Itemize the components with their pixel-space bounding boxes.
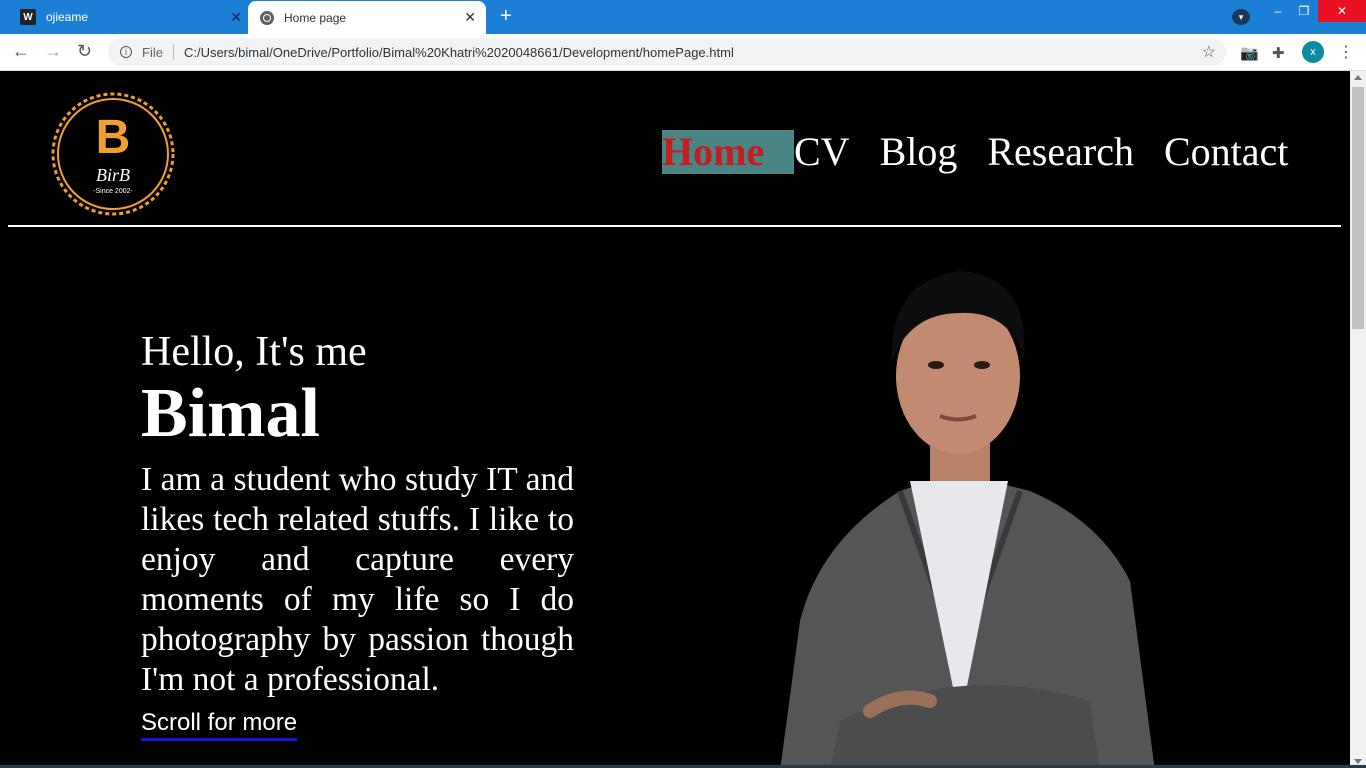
page-viewport: B BirB -Since 2002- Home CV Blog Researc…	[0, 71, 1350, 768]
url-scheme: File	[142, 44, 163, 60]
address-divider	[172, 44, 174, 60]
nav-research[interactable]: Research	[987, 130, 1134, 174]
tab-search-icon[interactable]: ▾	[1232, 9, 1250, 25]
close-tab-icon[interactable]: ✕	[230, 9, 242, 26]
scrollbar-thumb[interactable]	[1352, 87, 1364, 329]
reload-icon[interactable]: ↻	[77, 42, 92, 60]
nav-contact[interactable]: Contact	[1164, 130, 1288, 174]
menu-kebab-icon[interactable]: ⋮	[1338, 42, 1354, 62]
info-icon[interactable]: i	[120, 46, 132, 58]
logo-wordmark: BirB	[96, 165, 130, 185]
new-tab-button[interactable]: +	[500, 6, 512, 26]
address-bar[interactable]: i File C:/Users/bimal/OneDrive/Portfolio…	[108, 38, 1226, 66]
camera-icon[interactable]: 📷	[1240, 44, 1259, 62]
extensions-puzzle-icon[interactable]: ✚	[1272, 44, 1285, 62]
portrait-photo	[780, 271, 1155, 768]
hero-name: Bimal	[141, 375, 320, 452]
tab-title: Home page	[284, 10, 347, 25]
nav-cv[interactable]: CV	[794, 130, 850, 174]
tab-home-page[interactable]: Home page ✕	[248, 1, 486, 34]
globe-icon	[260, 10, 274, 25]
close-window-button[interactable]: ✕	[1318, 0, 1366, 22]
logo-tagline: -Since 2002-	[93, 188, 133, 195]
hero-intro: Hello, It's me Bimal I am a student who …	[141, 326, 574, 700]
bookmark-star-icon[interactable]: ☆	[1202, 42, 1216, 62]
tab-strip: W ojieame ✕ Home page ✕ + ▾ – ❐ ✕	[0, 0, 1366, 34]
tab-title: ojieame	[46, 10, 89, 24]
back-arrow-icon[interactable]: ←	[12, 42, 30, 60]
browser-toolbar: ← → ↻ i File C:/Users/bimal/OneDrive/Por…	[0, 34, 1366, 71]
hero-bio: I am a student who study IT and likes te…	[141, 461, 574, 698]
page-scrollbar[interactable]	[1350, 71, 1366, 768]
main-nav: Home CV Blog Research Contact	[662, 130, 1288, 174]
birb-logo[interactable]: B BirB -Since 2002-	[50, 91, 176, 217]
nav-blog[interactable]: Blog	[880, 130, 958, 174]
nav-home[interactable]: Home	[662, 130, 794, 174]
profile-avatar[interactable]: x	[1302, 41, 1324, 63]
tab-ojieame[interactable]: W ojieame ✕	[8, 0, 246, 34]
scroll-for-more-link[interactable]: Scroll for more	[141, 708, 298, 741]
minimize-button[interactable]: –	[1266, 0, 1290, 22]
scroll-down-arrow-icon[interactable]	[1354, 759, 1362, 764]
w-letter-icon: W	[20, 9, 36, 25]
hero-greeting: Hello, It's me	[141, 329, 367, 375]
header-divider	[8, 225, 1341, 227]
scroll-up-arrow-icon[interactable]	[1354, 75, 1362, 80]
maximize-button[interactable]: ❐	[1292, 0, 1316, 22]
close-tab-icon[interactable]: ✕	[464, 9, 476, 26]
logo-letter: B	[96, 111, 131, 164]
url-text[interactable]: C:/Users/bimal/OneDrive/Portfolio/Bimal%…	[184, 45, 734, 60]
forward-arrow-icon[interactable]: →	[44, 42, 62, 60]
